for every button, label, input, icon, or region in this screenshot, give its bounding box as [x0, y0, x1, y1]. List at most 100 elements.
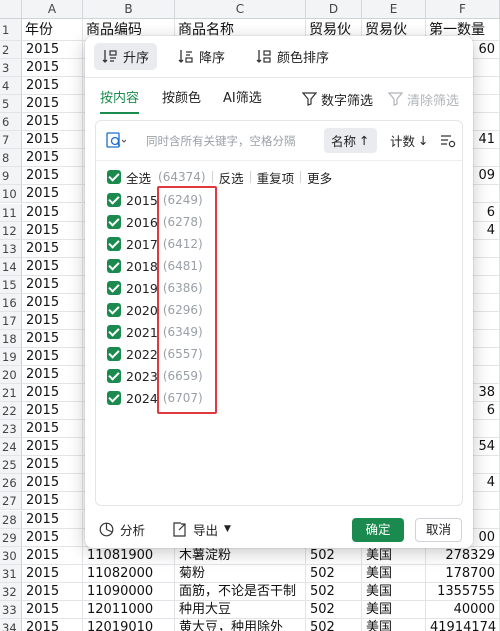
row-number: 4	[0, 77, 22, 95]
column-header-d[interactable]: D	[306, 0, 362, 19]
filter-value-item[interactable]: 2023 (6659)	[107, 367, 203, 385]
row-number: 6	[0, 113, 22, 131]
column-header-b[interactable]: B	[83, 0, 175, 19]
quantity-cell: 278329	[426, 547, 500, 565]
clear-filter-button[interactable]: 清除筛选	[388, 88, 459, 110]
column-header-a[interactable]: A	[22, 0, 83, 19]
year-cell: 2015	[22, 547, 83, 565]
checkbox-checked-icon[interactable]	[107, 193, 121, 207]
filter-value-item[interactable]: 2015 (6249)	[107, 191, 203, 209]
row-number: 5	[0, 95, 22, 113]
year-cell: 2015	[22, 59, 83, 77]
name-cell: 种用大豆	[175, 601, 306, 619]
tab-by-content[interactable]: 按内容	[100, 88, 140, 114]
checkbox-checked-icon[interactable]	[107, 325, 121, 339]
row-number: 22	[0, 402, 22, 420]
checkbox-checked-icon[interactable]	[107, 259, 121, 273]
sort-ascending-button[interactable]: 升序	[94, 43, 158, 70]
year-cell: 2015	[22, 492, 83, 510]
divider	[300, 171, 302, 183]
sort-bar: 升序 降序 颜色排序	[85, 36, 473, 78]
search-input[interactable]	[146, 130, 316, 152]
partner-name-cell: 美国	[362, 601, 426, 619]
filter-value-item[interactable]: 2018 (6481)	[107, 257, 203, 275]
name-cell: 木薯淀粉	[175, 547, 306, 565]
filter-value-label: 2022	[126, 346, 158, 362]
invert-selection-button[interactable]: 反选	[219, 168, 244, 187]
filter-value-count: (6349)	[162, 325, 203, 339]
column-header-e[interactable]: E	[362, 0, 426, 19]
sort-by-color-button[interactable]: 颜色排序	[248, 43, 337, 70]
row-number: 32	[0, 583, 22, 601]
select-all-checkbox[interactable]: 全选	[107, 168, 151, 187]
filter-value-item[interactable]: 2017 (6412)	[107, 235, 203, 253]
search-icon[interactable]	[106, 132, 126, 150]
year-cell: 2015	[22, 95, 83, 113]
filter-value-count: (6707)	[162, 391, 203, 405]
filter-value-count: (6557)	[162, 347, 203, 361]
row-number: 10	[0, 185, 22, 203]
ok-button[interactable]: 确定	[352, 518, 404, 542]
column-header-c[interactable]: C	[175, 0, 306, 19]
cancel-button[interactable]: 取消	[415, 518, 462, 542]
year-cell: 2015	[22, 131, 83, 149]
filter-value-label: 2024	[126, 390, 158, 406]
filter-value-item[interactable]: 2020 (6296)	[107, 301, 203, 319]
row-number: 8	[0, 149, 22, 167]
sort-by-name-button[interactable]: 名称 ↑	[324, 128, 377, 153]
checkbox-checked-icon[interactable]	[107, 303, 121, 317]
export-button[interactable]: 导出 ▼	[172, 516, 231, 542]
filter-value-item[interactable]: 2016 (6278)	[107, 213, 203, 231]
analyze-button[interactable]: 分析	[99, 516, 145, 542]
partner-name-cell: 美国	[362, 547, 426, 565]
filter-list-box: 名称 ↑ 计数 ↓ 全选 (64374) 反选 重复项 更多 2015 (6249…	[95, 120, 463, 506]
search-row: 名称 ↑ 计数 ↓	[96, 121, 462, 161]
column-header-f[interactable]: F	[426, 0, 500, 19]
checkbox-checked-icon[interactable]	[107, 347, 121, 361]
tab-by-color[interactable]: 按颜色	[162, 88, 201, 110]
year-cell: 2015	[22, 113, 83, 131]
filter-value-count: (6659)	[162, 369, 203, 383]
sort-by-count-button[interactable]: 计数 ↓	[386, 128, 433, 153]
filter-value-label: 2020	[126, 302, 158, 318]
checkbox-checked-icon[interactable]	[107, 369, 121, 383]
checkbox-checked-icon[interactable]	[107, 391, 121, 405]
row-number: 16	[0, 294, 22, 312]
year-cell: 2015	[22, 474, 83, 492]
filter-value-label: 2016	[126, 214, 158, 230]
list-options-icon[interactable]	[440, 134, 456, 148]
row-number: 9	[0, 167, 22, 185]
checkbox-checked-icon[interactable]	[107, 215, 121, 229]
filter-value-label: 2021	[126, 324, 158, 340]
filter-panel: 升序 降序 颜色排序 按内容 按颜色 AI筛选 数字筛选 清除筛选 名称	[85, 36, 473, 548]
filter-value-item[interactable]: 2021 (6349)	[107, 323, 203, 341]
checkbox-checked-icon[interactable]	[107, 237, 121, 251]
row-number: 18	[0, 330, 22, 348]
more-button[interactable]: 更多	[307, 168, 332, 187]
sort-descending-button[interactable]: 降序	[170, 43, 233, 70]
partner-name-cell: 美国	[362, 619, 426, 631]
row-number: 17	[0, 312, 22, 330]
number-filter-label: 数字筛选	[321, 93, 374, 109]
filter-value-item[interactable]: 2022 (6557)	[107, 345, 203, 363]
year-cell: 2015	[22, 583, 83, 601]
tab-ai-filter[interactable]: AI筛选	[223, 88, 262, 110]
select-all-count: (64374)	[158, 170, 206, 184]
year-cell: 2015	[22, 565, 83, 583]
partner-code-cell: 502	[306, 601, 362, 619]
filter-value-item[interactable]: 2024 (6707)	[107, 389, 203, 407]
sort-descending-label: 降序	[199, 51, 226, 66]
row-number: 26	[0, 474, 22, 492]
row-number: 24	[0, 438, 22, 456]
row-number: 7	[0, 131, 22, 149]
checkbox-checked-icon[interactable]	[107, 281, 121, 295]
filter-value-item[interactable]: 2019 (6386)	[107, 279, 203, 297]
code-cell: 11082000	[83, 565, 175, 583]
filter-value-label: 2023	[126, 368, 158, 384]
header-cell[interactable]: 年份	[22, 19, 83, 41]
duplicates-button[interactable]: 重复项	[257, 168, 295, 187]
select-all-corner[interactable]	[0, 0, 22, 19]
number-filter-button[interactable]: 数字筛选	[302, 88, 373, 110]
export-label: 导出	[193, 522, 219, 538]
divider	[211, 171, 213, 183]
